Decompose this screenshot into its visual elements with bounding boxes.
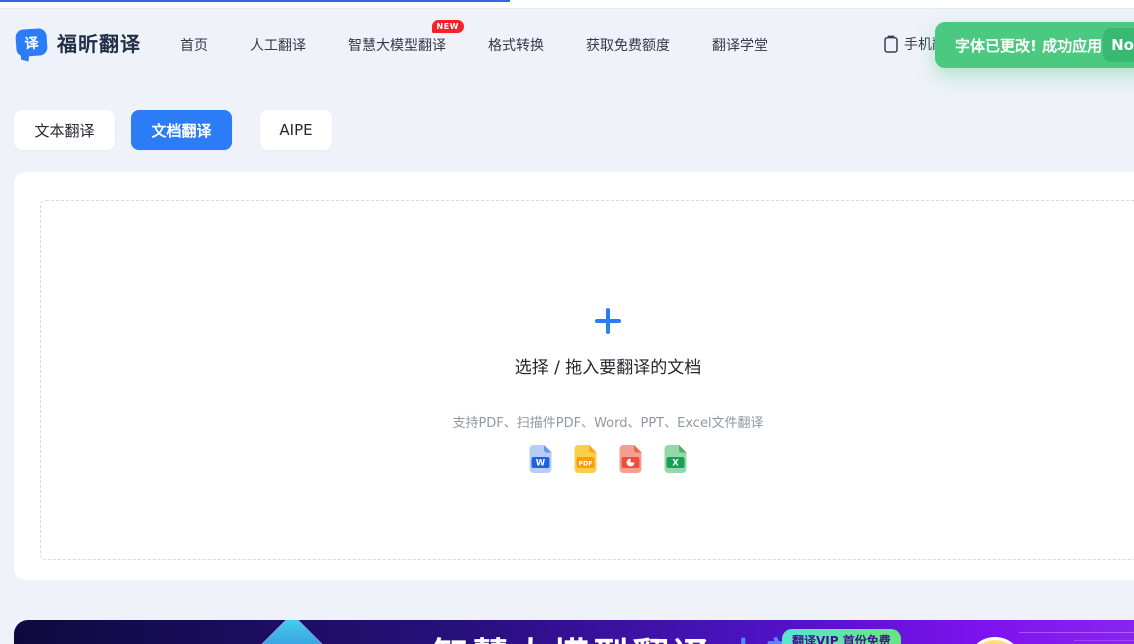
tab-document-translation[interactable]: 文档翻译 — [131, 110, 232, 150]
banner-pyramid-graphic — [235, 620, 348, 644]
nav-item-translation-school[interactable]: 翻译学堂 — [712, 35, 768, 55]
supported-formats-hint: 支持PDF、扫描件PDF、Word、PPT、Excel文件翻译 — [452, 412, 763, 431]
nav-item-human-translation[interactable]: 人工翻译 — [250, 35, 306, 55]
file-type-icons: W PDF X — [527, 444, 689, 474]
dropzone-title: 选择 / 拖入要翻译的文档 — [515, 353, 702, 378]
dropzone-content: 选择 / 拖入要翻译的文档 支持PDF、扫描件PDF、Word、PPT、Exce… — [41, 305, 1134, 474]
word-file-icon: W — [527, 444, 554, 474]
document-dropzone[interactable]: 选择 / 拖入要翻译的文档 支持PDF、扫描件PDF、Word、PPT、Exce… — [40, 200, 1134, 560]
nav-item-format-conversion[interactable]: 格式转换 — [488, 35, 544, 55]
pdf-file-icon: PDF — [572, 444, 599, 474]
svg-text:W: W — [536, 459, 546, 469]
new-badge: NEW — [432, 20, 464, 33]
translate-logo-icon: 译 — [15, 28, 48, 57]
tab-text-translation[interactable]: 文本翻译 — [14, 110, 115, 150]
ppt-file-icon — [617, 444, 644, 474]
main-nav: 首页 人工翻译 智慧大模型翻译 NEW 格式转换 获取免费额度 翻译学堂 — [180, 35, 768, 55]
svg-text:PDF: PDF — [579, 461, 593, 468]
toast-font-name: Noto Sa — [1103, 28, 1134, 62]
plus-icon — [592, 305, 624, 337]
nav-item-home[interactable]: 首页 — [180, 35, 208, 55]
nav-item-ai-model-translation[interactable]: 智慧大模型翻译 NEW — [348, 35, 446, 55]
vip-free-badge: 翻译VIP 首份免费 — [782, 629, 901, 644]
upload-card: 选择 / 拖入要翻译的文档 支持PDF、扫描件PDF、Word、PPT、Exce… — [14, 172, 1134, 580]
svg-text:X: X — [672, 459, 679, 469]
toast-message: 字体已更改! 成功应用 — [955, 35, 1102, 56]
banner-deco-line — [1074, 640, 1134, 641]
banner-headline: 智慧大模型翻译上新 — [432, 626, 806, 644]
screen: 译 福昕翻译 首页 人工翻译 智慧大模型翻译 NEW 格式转换 获取免费额度 翻… — [0, 0, 1134, 644]
brand-name: 福昕翻译 — [57, 28, 141, 57]
tab-aipe[interactable]: AIPE — [260, 110, 332, 150]
brand[interactable]: 译 福昕翻译 — [16, 28, 141, 57]
top-strip — [0, 0, 1134, 9]
promo-banner[interactable]: 智慧大模型翻译上新 翻译VIP 首份免费 — [14, 620, 1134, 644]
font-changed-toast: 字体已更改! 成功应用Noto Sa — [935, 22, 1134, 68]
banner-deco-line — [1019, 632, 1134, 633]
progress-line — [0, 0, 510, 2]
excel-file-icon: X — [662, 444, 689, 474]
banner-coin-graphic — [967, 637, 1023, 644]
translation-mode-tabs: 文本翻译 文档翻译 AIPE — [14, 110, 332, 150]
banner-headline-text: 智慧大模型翻译 — [432, 635, 712, 644]
nav-item-label: 智慧大模型翻译 — [348, 38, 446, 54]
phone-icon — [884, 35, 898, 53]
nav-item-free-quota[interactable]: 获取免费额度 — [586, 35, 670, 55]
